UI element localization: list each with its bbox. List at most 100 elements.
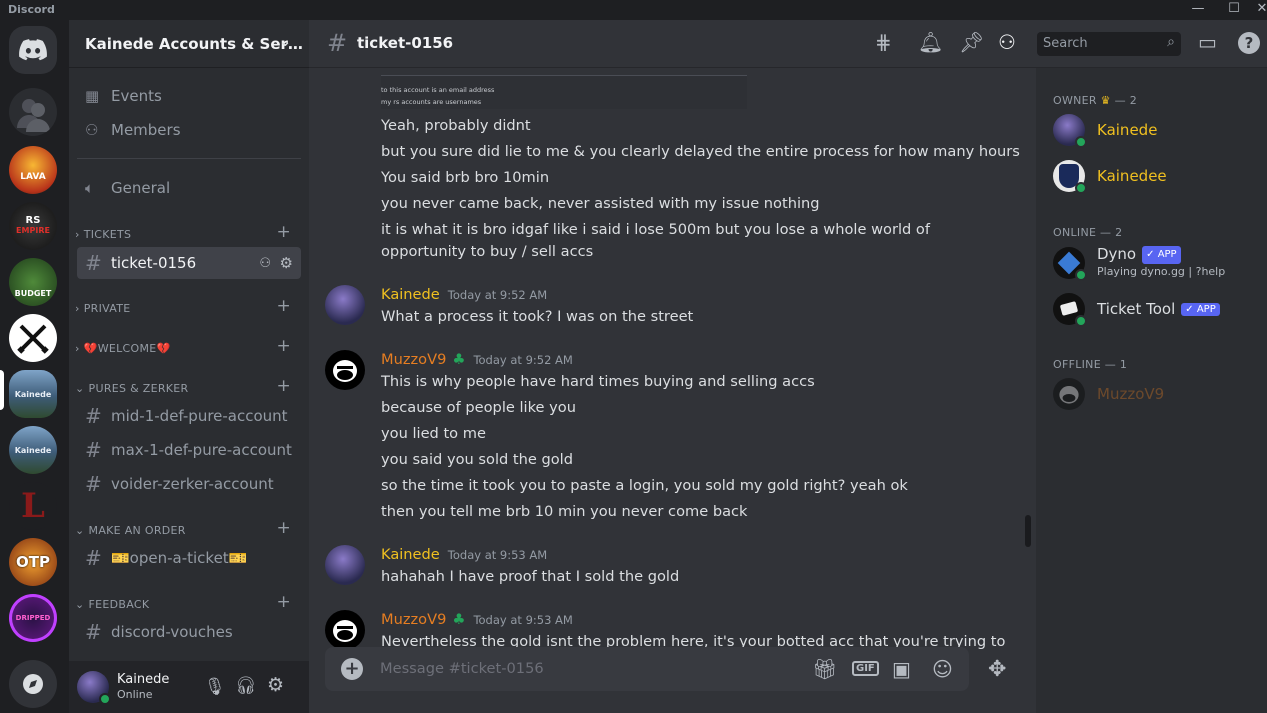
app-title: Discord bbox=[8, 3, 55, 16]
server-list: LAVA RS EMPIRE BUDGET Kainede Kainede L O… bbox=[0, 20, 69, 713]
help-icon[interactable]: ? bbox=[1238, 32, 1260, 54]
maximize-icon[interactable]: ☐ bbox=[1222, 1, 1246, 16]
pin-icon[interactable]: 📌︎ bbox=[959, 30, 984, 54]
app-badge: ✓ APP bbox=[1142, 246, 1181, 264]
server-lava-services-icon[interactable]: LAVA bbox=[9, 146, 57, 194]
channel-max-pure[interactable]: # max-1-def-pure-account bbox=[77, 434, 301, 466]
member-activity: Playing dyno.gg | ?help bbox=[1097, 265, 1226, 278]
member-row[interactable]: Kainede bbox=[1053, 110, 1157, 150]
channel-mid-pure[interactable]: # mid-1-def-pure-account bbox=[77, 400, 301, 432]
category-welcome[interactable]: › 💔WELCOME💔 + bbox=[75, 336, 303, 357]
role-icon: ♣ bbox=[452, 351, 466, 368]
inbox-icon[interactable]: ▭ bbox=[1198, 30, 1217, 54]
members-label: Members bbox=[111, 121, 181, 139]
guild-header[interactable]: Kainede Accounts & Ser… ⌄ bbox=[69, 20, 309, 68]
add-channel-icon[interactable]: + bbox=[276, 222, 291, 242]
server-swords-icon[interactable] bbox=[9, 314, 57, 362]
add-channel-icon[interactable]: + bbox=[276, 518, 291, 538]
add-channel-icon[interactable]: + bbox=[276, 296, 291, 316]
message-line: What a process it took? I was on the str… bbox=[381, 308, 694, 325]
avatar[interactable] bbox=[325, 285, 365, 325]
emoji-icon[interactable]: ☺ bbox=[932, 657, 953, 681]
category-feedback[interactable]: ⌄ FEEDBACK + bbox=[75, 592, 303, 613]
channel-general[interactable]: 🔈︎ General bbox=[77, 172, 301, 204]
hashtag-icon: # bbox=[327, 29, 348, 57]
server-budget-services-icon[interactable]: BUDGET bbox=[9, 258, 57, 306]
invite-icon[interactable]: ⚇ bbox=[259, 256, 271, 271]
online-status-dot bbox=[1075, 136, 1087, 148]
server-otp-icon[interactable]: OTP bbox=[9, 538, 57, 586]
avatar bbox=[1053, 293, 1087, 327]
server-neon-icon[interactable]: DRIPPED bbox=[9, 594, 57, 642]
message-author[interactable]: Kainede bbox=[381, 286, 440, 303]
bell-icon[interactable]: 🔔︎ bbox=[918, 30, 943, 54]
category-pures-zerker[interactable]: ⌄ PURES & ZERKER + bbox=[75, 376, 303, 397]
channel-discord-vouches[interactable]: # discord-vouches bbox=[77, 616, 301, 648]
category-tickets[interactable]: › TICKETS + bbox=[75, 222, 303, 243]
discord-home-icon[interactable] bbox=[9, 26, 57, 74]
channel-ticket-0156[interactable]: # ticket-0156 ⚇ ⚙ bbox=[77, 247, 301, 279]
message-author[interactable]: MuzzoV9 bbox=[381, 611, 446, 628]
server-kainede-icon[interactable]: Kainede bbox=[9, 370, 57, 418]
category-label: 💔WELCOME💔 bbox=[83, 341, 171, 355]
attached-image[interactable]: to this account is an email address my r… bbox=[381, 75, 747, 109]
member-row[interactable]: Ticket Tool ✓ APP bbox=[1053, 289, 1220, 329]
channel-header: # ticket-0156 ⋕ 🔔︎ 📌︎ ⚇ Search ⌕ ▭ ? bbox=[309, 20, 1267, 68]
channel-open-a-ticket[interactable]: # 🎫open-a-ticket🎫 bbox=[77, 542, 301, 574]
add-channel-icon[interactable]: + bbox=[276, 336, 291, 356]
add-channel-icon[interactable]: + bbox=[276, 376, 291, 396]
headphones-icon[interactable]: 🎧︎ bbox=[235, 676, 257, 696]
sticker-icon[interactable]: ▣ bbox=[892, 657, 911, 681]
message-line: but you sure did lie to me & you clearly… bbox=[381, 143, 1020, 160]
threads-icon[interactable]: ⋕ bbox=[875, 30, 892, 54]
gift-icon[interactable]: 🎁︎ bbox=[812, 657, 837, 681]
user-panel: Kainede Online 🎙︎ 🎧︎ ⚙ bbox=[69, 661, 309, 713]
channel-general-label: General bbox=[111, 179, 171, 197]
apps-icon[interactable]: ✥ bbox=[988, 657, 1006, 682]
hashtag-icon: # bbox=[85, 251, 102, 275]
search-placeholder: Search bbox=[1043, 36, 1088, 51]
member-row[interactable]: Dyno ✓ APP Playing dyno.gg | ?help bbox=[1053, 243, 1225, 283]
server-l-logo-icon[interactable]: L bbox=[9, 482, 57, 530]
member-category-online: ONLINE — 2 bbox=[1053, 226, 1123, 239]
member-row[interactable]: Kainedee bbox=[1053, 156, 1167, 196]
events-link[interactable]: ▦ Events bbox=[77, 80, 301, 112]
gif-icon[interactable]: GIF bbox=[852, 661, 879, 676]
minimize-icon[interactable]: — bbox=[1186, 1, 1210, 16]
avatar bbox=[1053, 247, 1087, 281]
search-input[interactable]: Search ⌕ bbox=[1037, 32, 1181, 56]
scrollbar-thumb[interactable] bbox=[1025, 515, 1031, 547]
member-row[interactable]: MuzzoV9 bbox=[1053, 374, 1164, 414]
category-private[interactable]: › PRIVATE + bbox=[75, 296, 303, 317]
category-make-an-order[interactable]: ⌄ MAKE AN ORDER + bbox=[75, 518, 303, 539]
avatar[interactable] bbox=[77, 671, 111, 705]
message-composer[interactable]: + Message #ticket-0156 🎁︎ GIF ▣ ☺ bbox=[325, 647, 969, 691]
channel-label: discord-vouches bbox=[111, 623, 233, 641]
avatar[interactable] bbox=[325, 545, 365, 585]
discover-servers-icon[interactable] bbox=[9, 660, 57, 708]
message-timestamp: Today at 9:53 AM bbox=[447, 548, 548, 562]
member-list-icon[interactable]: ⚇ bbox=[998, 30, 1016, 54]
server-kainede-2-icon[interactable]: Kainede bbox=[9, 426, 57, 474]
gear-icon[interactable]: ⚙ bbox=[280, 254, 293, 272]
server-rs-empire-icon[interactable]: RS EMPIRE bbox=[9, 202, 57, 250]
hashtag-icon: # bbox=[85, 404, 102, 428]
message-line: because of people like you bbox=[381, 399, 576, 416]
direct-messages-icon[interactable] bbox=[9, 88, 57, 136]
message-timestamp: Today at 9:53 AM bbox=[473, 613, 573, 627]
online-status-dot bbox=[99, 693, 111, 705]
message-author[interactable]: Kainede bbox=[381, 546, 440, 563]
message-input-placeholder: Message #ticket-0156 bbox=[380, 660, 544, 677]
message-author[interactable]: MuzzoV9 bbox=[381, 351, 446, 368]
crown-icon: ♛ bbox=[1100, 94, 1111, 107]
add-channel-icon[interactable]: + bbox=[276, 592, 291, 612]
channel-voider[interactable]: # voider-zerker-account bbox=[77, 468, 301, 500]
avatar[interactable] bbox=[325, 610, 365, 649]
microphone-icon[interactable]: 🎙︎ bbox=[204, 677, 226, 697]
add-attachment-icon[interactable]: + bbox=[341, 658, 363, 680]
close-icon[interactable]: ✕ bbox=[1250, 1, 1267, 16]
settings-gear-icon[interactable]: ⚙ bbox=[267, 674, 284, 696]
members-link[interactable]: ⚇ Members bbox=[77, 114, 301, 146]
member-list: OWNER ♛ — 2 Kainede Kainedee ONLINE — 2 … bbox=[1036, 68, 1267, 713]
avatar[interactable] bbox=[325, 350, 365, 390]
